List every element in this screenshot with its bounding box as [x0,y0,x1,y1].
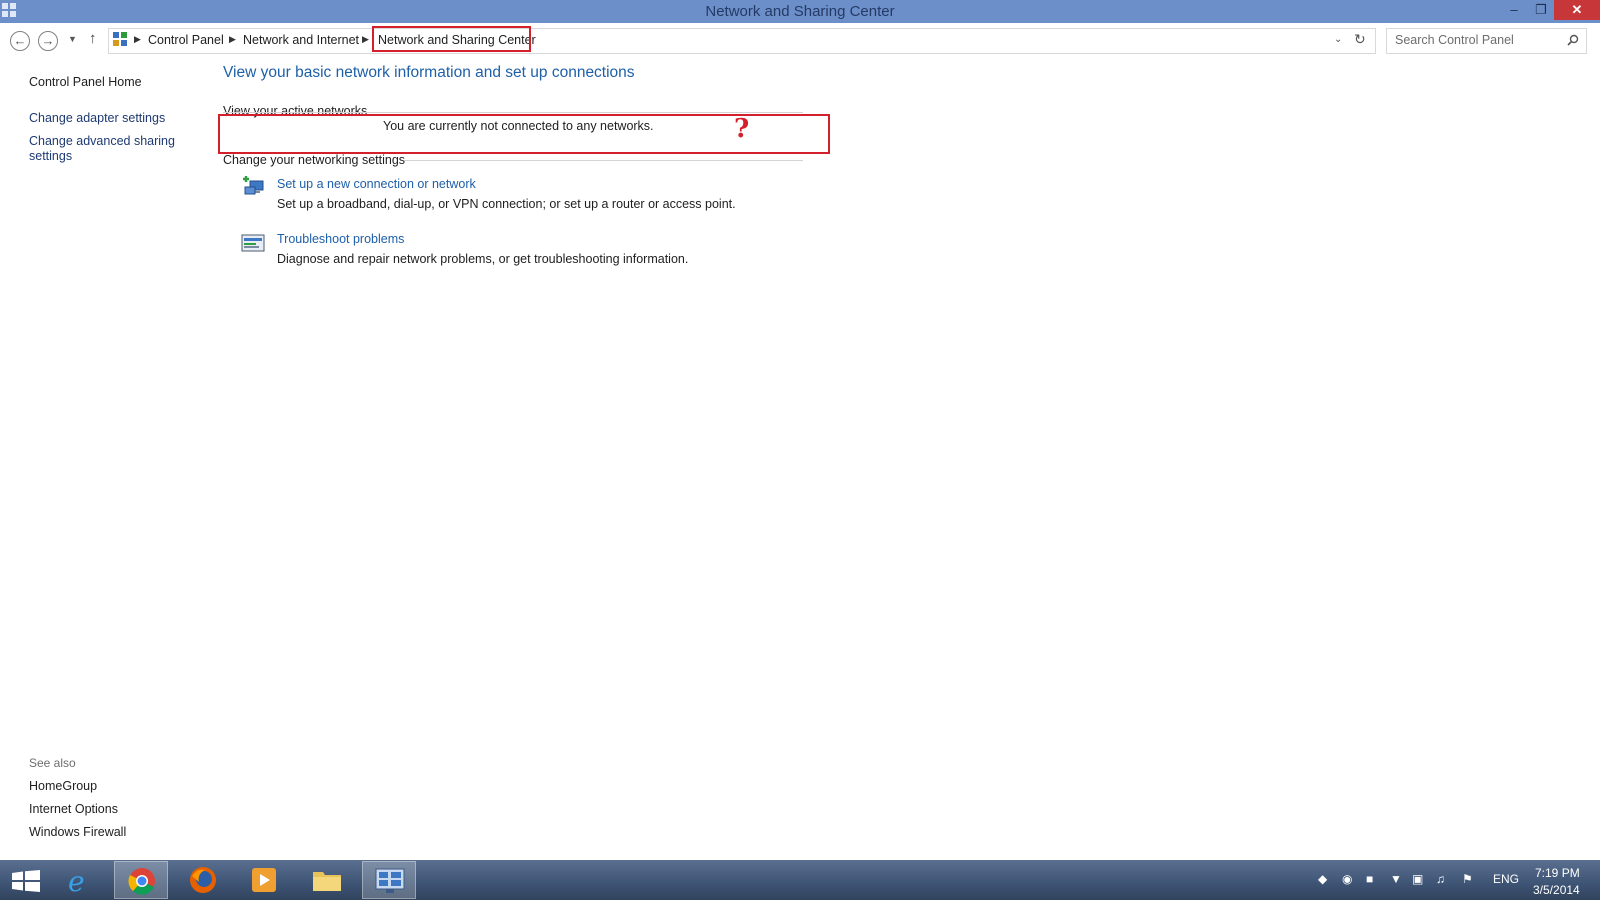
see-also-label: See also [29,756,76,770]
search-icon[interactable] [1567,34,1579,46]
firefox-icon[interactable] [176,861,230,899]
sidebar-item-change-adapter-settings[interactable]: Change adapter settings [29,111,165,125]
close-icon[interactable]: ✕ [1554,0,1600,20]
networking-settings-label: Change your networking settings [223,153,406,167]
file-explorer-icon[interactable] [300,861,354,899]
start-button[interactable] [0,861,54,899]
clock-date[interactable]: 3/5/2014 [1533,883,1580,897]
breadcrumb-separator-icon: ▶ [134,34,141,44]
sidebar-item-change-advanced-sharing[interactable]: Change advanced sharing [29,134,175,148]
question-mark-annotation: ? [734,114,750,144]
tray-browser-icon[interactable]: ◉ [1342,872,1352,886]
tray-speaker-app-icon[interactable]: ▼ [1390,872,1402,886]
firefox-logo-icon [190,867,216,893]
breadcrumb-control-panel[interactable]: Control Panel [148,33,224,47]
troubleshoot-icon [241,234,265,252]
setup-connection-link[interactable]: Set up a new connection or network [277,177,476,191]
control-panel-window-icon [375,868,405,893]
network-status-message: You are currently not connected to any n… [383,119,654,133]
recent-locations-icon[interactable]: ▼ [68,34,77,44]
troubleshoot-description: Diagnose and repair network problems, or… [277,252,689,266]
chrome-icon[interactable] [114,861,168,899]
refresh-icon[interactable]: ↻ [1354,31,1366,48]
sidebar-item-control-panel-home[interactable]: Control Panel Home [29,75,142,89]
breadcrumb-network-and-internet[interactable]: Network and Internet [243,33,359,47]
windows-logo-icon [12,870,40,892]
forward-icon[interactable]: → [38,31,58,51]
tray-volume-icon[interactable]: ♫ [1436,872,1445,886]
control-panel-icon[interactable] [362,861,416,899]
page-title: View your basic network information and … [223,64,635,81]
troubleshoot-link[interactable]: Troubleshoot problems [277,232,404,246]
address-dropdown-icon[interactable]: ⌄ [1334,34,1342,45]
see-also-windows-firewall[interactable]: Windows Firewall [29,825,126,839]
breadcrumb-separator-icon: ▶ [229,34,236,44]
clock-time[interactable]: 7:19 PM [1535,866,1580,880]
chrome-logo-icon [128,868,155,895]
restore-icon[interactable]: ❐ [1527,0,1555,20]
search-placeholder: Search Control Panel [1395,33,1514,47]
see-also-homegroup[interactable]: HomeGroup [29,779,97,793]
tray-language[interactable]: ENG [1493,872,1519,886]
folder-icon [313,872,341,891]
setup-connection-description: Set up a broadband, dial-up, or VPN conn… [277,197,736,211]
sidebar-item-change-advanced-sharing-cont[interactable]: settings [29,149,72,163]
tray-network-app-icon[interactable]: ◆ [1318,872,1327,886]
window-title: Network and Sharing Center [705,3,895,20]
breadcrumb-separator-icon: ▶ [362,34,369,44]
tray-action-center-flag-icon[interactable]: ⚑ [1462,872,1473,886]
search-input[interactable]: Search Control Panel [1386,28,1587,54]
tray-nvidia-icon[interactable]: ■ [1366,872,1373,886]
divider [404,160,803,161]
back-icon[interactable]: ← [10,31,30,51]
new-connection-icon [243,176,264,195]
tray-network-icon[interactable]: ▣ [1412,872,1423,886]
title-bar: Network and Sharing Center – ❐ ✕ [0,0,1600,23]
internet-explorer-icon[interactable]: e [54,861,108,899]
control-panel-location-icon [113,32,127,46]
media-player-icon[interactable] [238,861,292,899]
media-player-logo-icon [252,868,276,892]
up-icon[interactable]: ↑ [89,30,97,47]
divider [223,112,803,113]
minimize-icon[interactable]: – [1500,0,1528,20]
see-also-internet-options[interactable]: Internet Options [29,802,118,816]
highlight-box-breadcrumb [372,26,531,52]
